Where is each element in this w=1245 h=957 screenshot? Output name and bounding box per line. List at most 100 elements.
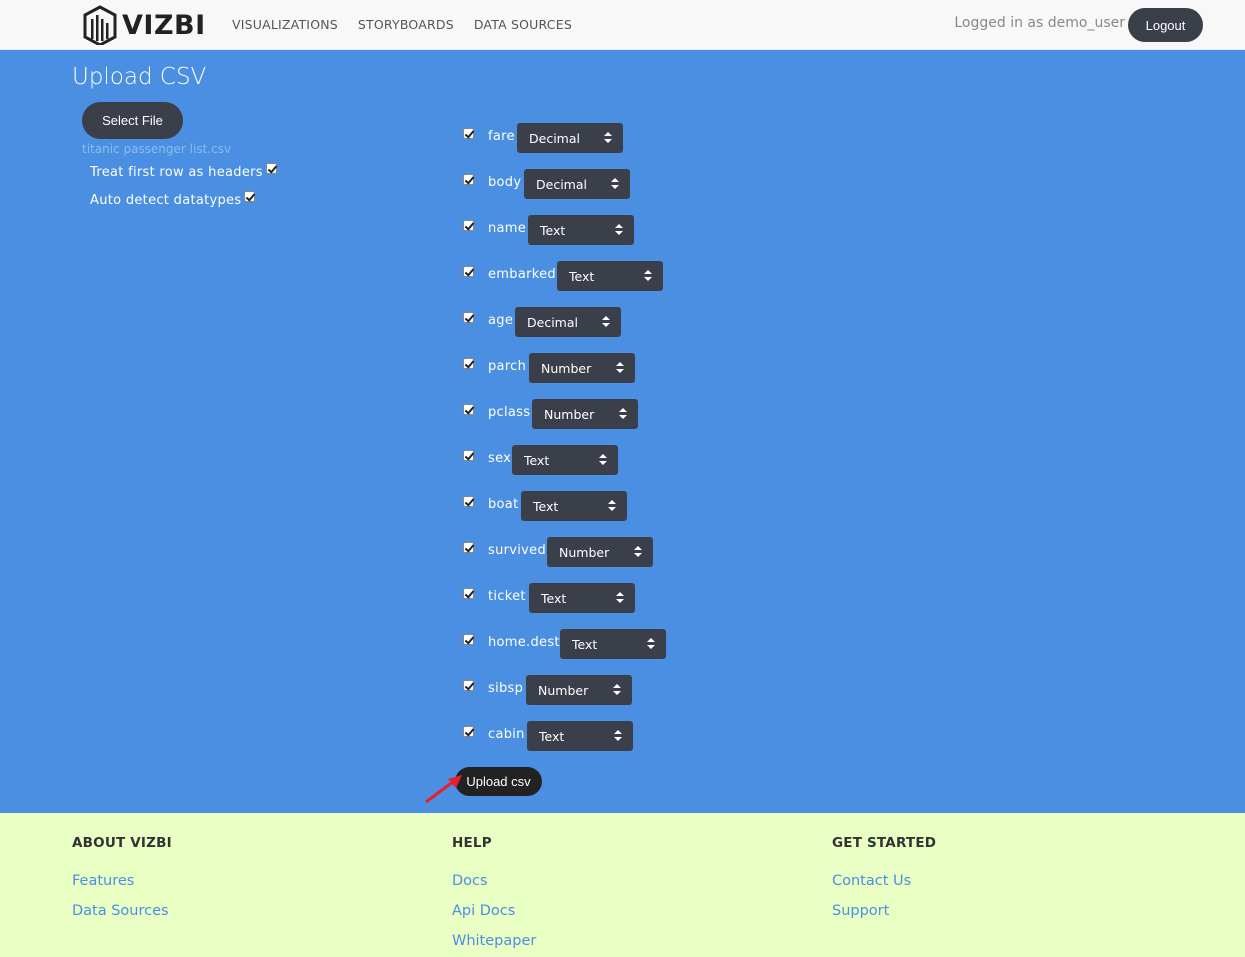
column-checkbox[interactable] xyxy=(463,450,474,461)
logged-in-text: Logged in as demo_user xyxy=(954,15,1125,31)
datatype-value: Text xyxy=(524,452,550,468)
datatype-value: Number xyxy=(544,406,595,422)
select-arrows-icon xyxy=(616,362,624,374)
footer-about-column: ABOUT VIZBI Features Data Sources xyxy=(72,835,172,919)
main-nav: VISUALIZATIONS STORYBOARDS DATA SOURCES xyxy=(232,17,572,32)
nav-storyboards[interactable]: STORYBOARDS xyxy=(358,17,454,32)
select-arrows-icon xyxy=(602,316,610,328)
nav-visualizations[interactable]: VISUALIZATIONS xyxy=(232,17,338,32)
column-checkbox[interactable] xyxy=(463,404,474,415)
footer-heading: GET STARTED xyxy=(832,835,937,851)
column-name: embarked xyxy=(488,267,556,282)
select-arrows-icon xyxy=(619,408,627,420)
datatype-select[interactable]: Text xyxy=(560,629,666,659)
page-title: Upload CSV xyxy=(72,64,207,90)
upload-csv-button[interactable]: Upload csv xyxy=(455,767,542,796)
column-checkbox[interactable] xyxy=(463,680,474,691)
column-checkbox[interactable] xyxy=(463,542,474,553)
footer-link-features[interactable]: Features xyxy=(72,873,172,889)
datatype-value: Number xyxy=(541,360,592,376)
headers-checkbox[interactable] xyxy=(265,163,277,174)
brand-logo[interactable]: VIZBI xyxy=(82,5,206,45)
select-arrows-icon xyxy=(613,684,621,696)
column-name: boat xyxy=(488,497,519,512)
datatype-value: Text xyxy=(533,498,559,514)
column-checkbox[interactable] xyxy=(463,312,474,323)
logout-button[interactable]: Logout xyxy=(1128,8,1203,42)
column-checkbox[interactable] xyxy=(463,128,474,139)
datatype-select[interactable]: Decimal xyxy=(517,123,623,153)
footer-link-support[interactable]: Support xyxy=(832,903,936,919)
datatype-select[interactable]: Decimal xyxy=(524,169,630,199)
datatype-select[interactable]: Text xyxy=(528,215,634,245)
datatype-select[interactable]: Decimal xyxy=(515,307,621,337)
column-name: body xyxy=(488,175,522,190)
select-arrows-icon xyxy=(608,500,616,512)
column-name: sibsp xyxy=(488,681,524,696)
column-checkbox[interactable] xyxy=(463,358,474,369)
auto-detect-checkbox[interactable] xyxy=(244,191,256,202)
datatype-value: Text xyxy=(541,590,567,606)
column-name: age xyxy=(488,313,514,328)
footer-link-contact-us[interactable]: Contact Us xyxy=(832,873,936,889)
datatype-select[interactable]: Text xyxy=(521,491,627,521)
column-checkbox[interactable] xyxy=(463,496,474,507)
datatype-value: Number xyxy=(538,682,589,698)
top-navbar: VIZBI VISUALIZATIONS STORYBOARDS DATA SO… xyxy=(0,0,1245,50)
column-checkbox[interactable] xyxy=(463,220,474,231)
datatype-select[interactable]: Text xyxy=(557,261,663,291)
footer-help-column: HELP Docs Api Docs Whitepaper xyxy=(452,835,536,949)
column-checkbox[interactable] xyxy=(463,174,474,185)
select-arrows-icon xyxy=(616,592,624,604)
datatype-select[interactable]: Number xyxy=(529,353,635,383)
column-name: sex xyxy=(488,451,512,466)
datatype-select[interactable]: Text xyxy=(512,445,618,475)
datatype-select[interactable]: Number xyxy=(526,675,632,705)
select-arrows-icon xyxy=(611,178,619,190)
footer-link-data-sources[interactable]: Data Sources xyxy=(72,903,172,919)
option-label: Auto detect datatypes xyxy=(90,193,242,208)
column-name: fare xyxy=(488,129,515,144)
column-name: survived xyxy=(488,543,547,558)
column-checkbox[interactable] xyxy=(463,634,474,645)
datatype-select[interactable]: Number xyxy=(547,537,653,567)
brand-name: VIZBI xyxy=(122,9,206,41)
datatype-select[interactable]: Text xyxy=(529,583,635,613)
datatype-select[interactable]: Number xyxy=(532,399,638,429)
select-file-button[interactable]: Select File xyxy=(82,102,183,139)
datatype-value: Number xyxy=(559,544,610,560)
datatype-value: Decimal xyxy=(527,314,578,330)
selected-file-name: titanic passenger list.csv xyxy=(82,142,232,156)
datatype-value: Text xyxy=(569,268,595,284)
datatype-value: Text xyxy=(540,222,566,238)
select-arrows-icon xyxy=(614,730,622,742)
column-name: parch xyxy=(488,359,527,374)
footer-link-api-docs[interactable]: Api Docs xyxy=(452,903,536,919)
column-checkbox[interactable] xyxy=(463,588,474,599)
red-pointer-arrow-icon xyxy=(425,775,462,804)
datatype-value: Decimal xyxy=(536,176,587,192)
select-arrows-icon xyxy=(615,224,623,236)
column-name: cabin xyxy=(488,727,525,742)
vizbi-logo-icon xyxy=(83,5,117,45)
footer-link-whitepaper[interactable]: Whitepaper xyxy=(452,933,536,949)
footer-heading: HELP xyxy=(452,835,492,851)
option-auto-detect-datatypes: Auto detect datatypes xyxy=(90,191,256,208)
select-arrows-icon xyxy=(599,454,607,466)
select-arrows-icon xyxy=(647,638,655,650)
column-name: name xyxy=(488,221,527,236)
select-arrows-icon xyxy=(634,546,642,558)
datatype-value: Text xyxy=(539,728,565,744)
datatype-select[interactable]: Text xyxy=(527,721,633,751)
column-name: home.dest xyxy=(488,635,560,650)
column-name: ticket xyxy=(488,589,526,604)
footer: ABOUT VIZBI Features Data Sources HELP D… xyxy=(0,813,1245,957)
footer-get-started-column: GET STARTED Contact Us Support xyxy=(832,835,936,919)
footer-link-docs[interactable]: Docs xyxy=(452,873,536,889)
datatype-value: Text xyxy=(572,636,598,652)
select-arrows-icon xyxy=(644,270,652,282)
column-checkbox[interactable] xyxy=(463,266,474,277)
nav-data-sources[interactable]: DATA SOURCES xyxy=(474,17,572,32)
column-checkbox[interactable] xyxy=(463,726,474,737)
option-label: Treat first row as headers xyxy=(90,165,263,180)
